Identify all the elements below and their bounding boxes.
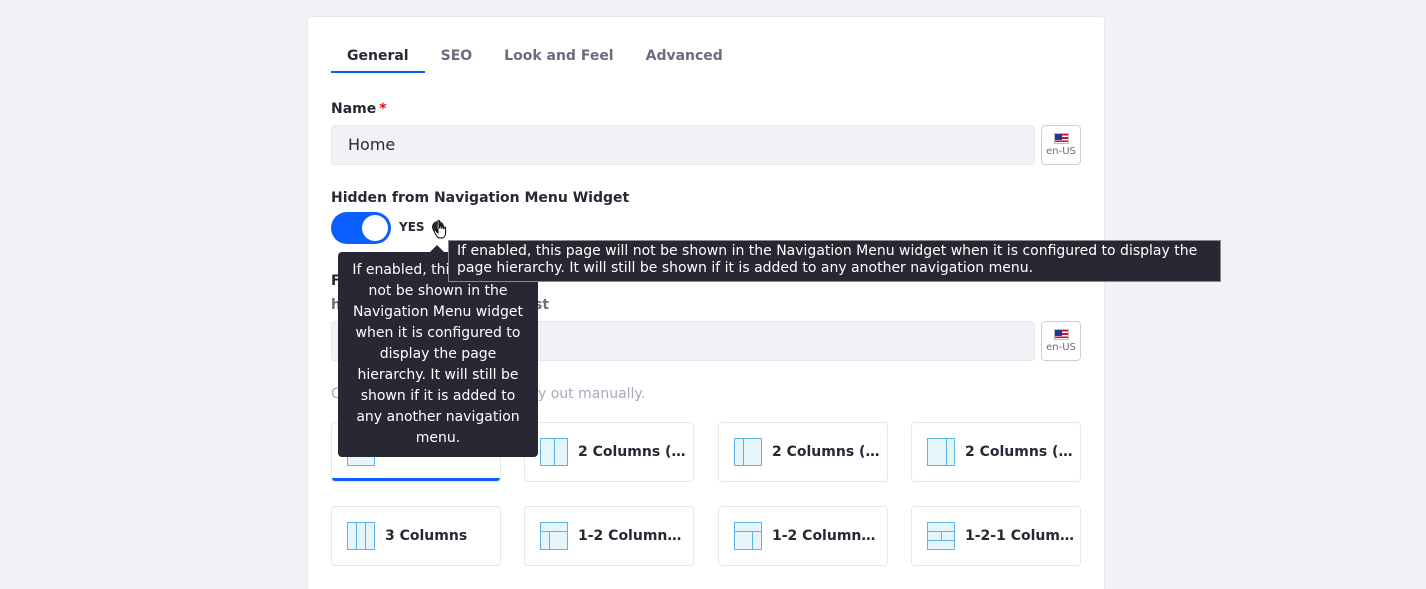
layout-label: 2 Columns (30/70) <box>772 444 882 460</box>
name-locale-selector[interactable]: en-US <box>1041 125 1081 165</box>
layout-2-columns-icon <box>734 438 762 466</box>
tab-seo[interactable]: SEO <box>425 40 489 73</box>
tab-look-and-feel[interactable]: Look and Feel <box>488 40 629 73</box>
url-locale-selector[interactable]: en-US <box>1041 321 1081 361</box>
layout-label: 3 Columns <box>385 528 468 544</box>
info-tooltip: If enabled, this page will not be shown … <box>338 245 538 457</box>
layout-2-columns-icon <box>927 438 955 466</box>
required-mark: * <box>379 101 387 117</box>
url-locale-label: en-US <box>1046 342 1076 353</box>
toggle-knob <box>362 215 388 241</box>
us-flag-icon <box>1053 133 1069 144</box>
layout-label: 1-2 Columns (30/70) <box>578 528 688 544</box>
name-label: Name * <box>331 101 387 117</box>
layout-label: 1-2-1 Columns (50/50) <box>965 528 1075 544</box>
layout-2-columns-icon <box>540 438 568 466</box>
layout-1-2-columns-30-70[interactable]: 1-2 Columns (30/70) <box>524 506 694 566</box>
layout-2-columns-30-70[interactable]: 2 Columns (30/70) <box>718 422 888 482</box>
layout-3-columns[interactable]: 3 Columns <box>331 506 501 566</box>
native-title-tooltip: If enabled, this page will not be shown … <box>448 240 1221 282</box>
layout-1-2-columns-icon <box>540 522 568 550</box>
layout-label: 2 Columns (50/50) <box>578 444 688 460</box>
layout-2-columns-70-30[interactable]: 2 Columns (70/30) <box>911 422 1081 482</box>
tab-advanced[interactable]: Advanced <box>630 40 739 73</box>
name-locale-label: en-US <box>1046 146 1076 157</box>
name-input[interactable]: Home <box>331 125 1035 165</box>
hidden-nav-toggle[interactable] <box>331 212 391 244</box>
tab-bar: General SEO Look and Feel Advanced <box>331 40 739 73</box>
toggle-state-label: YES <box>399 220 425 234</box>
layout-label: 2 Columns (70/30) <box>965 444 1075 460</box>
layout-1-2-columns-icon <box>734 522 762 550</box>
layout-2-columns-50-50[interactable]: 2 Columns (50/50) <box>524 422 694 482</box>
us-flag-icon <box>1053 329 1069 340</box>
hidden-nav-label: Hidden from Navigation Menu Widget <box>331 190 630 206</box>
layout-label: 1-2 Columns (70/30) <box>772 528 882 544</box>
layout-1-2-1-columns-icon <box>927 522 955 550</box>
layout-1-2-columns-70-30[interactable]: 1-2 Columns (70/30) <box>718 506 888 566</box>
layout-1-2-1-columns[interactable]: 1-2-1 Columns (50/50) <box>911 506 1081 566</box>
tab-general[interactable]: General <box>331 40 425 73</box>
layout-hint-tail: y out manually. <box>538 386 646 402</box>
layout-3-columns-icon <box>347 522 375 550</box>
hand-pointer-icon <box>433 220 447 239</box>
name-label-text: Name <box>331 101 377 117</box>
